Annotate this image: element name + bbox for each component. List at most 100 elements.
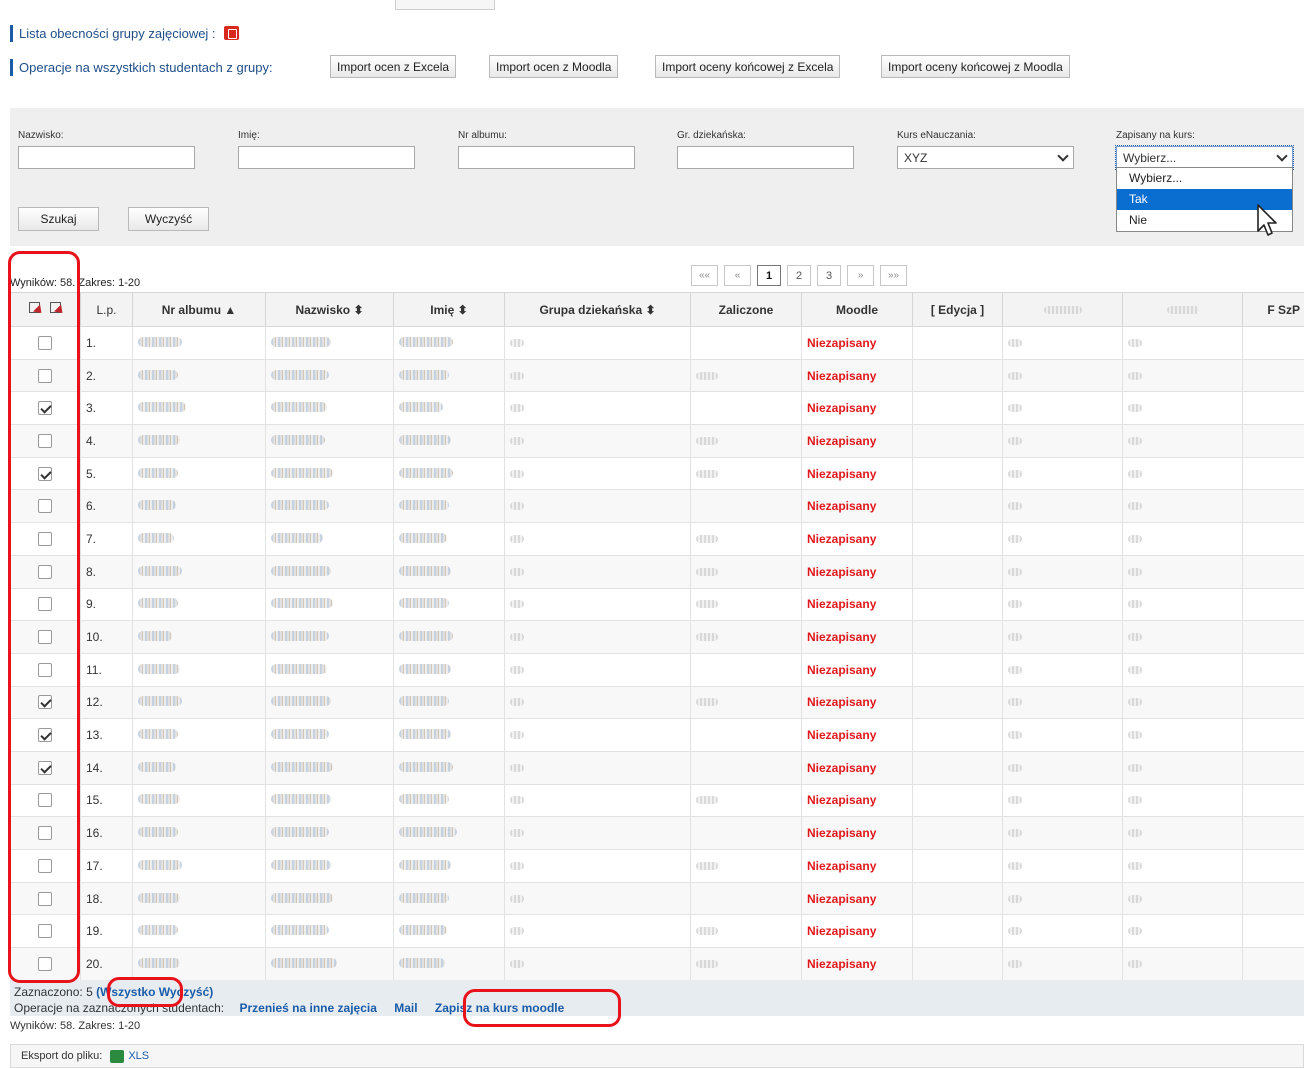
pager-page-2[interactable]: 2 <box>787 265 811 286</box>
course-select[interactable]: XYZ <box>897 146 1074 169</box>
moodle-status: Niezapisany <box>801 489 913 524</box>
row-checkbox[interactable] <box>38 793 53 808</box>
pager-page-3[interactable]: 3 <box>817 265 841 286</box>
mail-link[interactable]: Mail <box>394 1001 417 1015</box>
first-name-header[interactable]: Imię ⬍ <box>393 292 505 327</box>
enrolled-label: Zapisany na kurs: <box>1116 130 1195 141</box>
row-checkbox-cell <box>10 816 81 850</box>
import-grades-excel-button[interactable]: Import ocen z Excela <box>330 55 457 78</box>
export-bar: Eksport do pliku: XLS <box>10 1044 1304 1068</box>
course-select-value: XYZ <box>904 150 928 165</box>
blurred-cell-2 <box>1122 686 1243 720</box>
fszp-cell <box>1242 751 1304 785</box>
row-checkbox[interactable] <box>38 335 53 350</box>
surname-cell-redacted <box>265 653 394 687</box>
edit-cell <box>912 555 1003 589</box>
invert-selection-icon[interactable] <box>50 302 62 314</box>
row-checkbox[interactable] <box>38 499 53 514</box>
row-checkbox[interactable] <box>38 630 53 645</box>
row-checkbox[interactable] <box>38 760 53 775</box>
import-grades-moodle-button[interactable]: Import ocen z Moodla <box>489 55 619 78</box>
lp-header: L.p. <box>80 292 133 327</box>
row-checkbox[interactable] <box>38 695 53 710</box>
surname-input[interactable] <box>18 146 195 169</box>
row-checkbox[interactable] <box>38 368 53 383</box>
search-button[interactable]: Szukaj <box>18 207 99 231</box>
chevron-down-icon <box>1276 149 1288 162</box>
row-checkbox[interactable] <box>38 826 53 841</box>
dean-group-label: Gr. dziekańska: <box>677 130 746 141</box>
lp-cell: 4. <box>80 424 133 458</box>
top-tab[interactable] <box>395 0 495 10</box>
selected-operations: Operacje na zaznaczonych studentach: Prz… <box>14 1001 564 1015</box>
row-checkbox-cell <box>10 489 81 524</box>
row-checkbox[interactable] <box>38 564 53 579</box>
clear-button[interactable]: Wyczyść <box>128 207 209 231</box>
blurred-cell-1 <box>1002 489 1123 524</box>
enroll-moodle-link[interactable]: Zapisz na kurs moodle <box>435 1001 564 1015</box>
select-all-icon[interactable] <box>28 302 41 314</box>
pager: «« « 1 2 3 » »» <box>691 265 907 286</box>
lp-cell: 9. <box>80 588 133 622</box>
surname-header[interactable]: Nazwisko ⬍ <box>265 292 394 327</box>
select-all-link[interactable]: (Wszystko <box>96 985 155 999</box>
moodle-status: Niezapisany <box>801 522 913 556</box>
pager-last-button[interactable]: »» <box>880 265 907 286</box>
row-checkbox[interactable] <box>38 924 53 939</box>
export-xls-link[interactable]: XLS <box>128 1050 149 1062</box>
album-cell-redacted <box>132 653 266 687</box>
fszp-cell <box>1242 326 1304 360</box>
dropdown-option-choose[interactable]: Wybierz... <box>1117 168 1292 189</box>
fszp-cell <box>1242 588 1304 622</box>
blurred-cell-1 <box>1002 620 1123 654</box>
row-checkbox[interactable] <box>38 891 53 906</box>
import-final-grade-excel-button[interactable]: Import oceny końcowej z Excela <box>655 55 841 78</box>
blurred-cell-1 <box>1002 718 1123 752</box>
row-checkbox[interactable] <box>38 433 53 448</box>
move-link[interactable]: Przenieś na inne zajęcia <box>239 1001 376 1015</box>
dean-group-cell-redacted <box>504 555 691 589</box>
first-name-cell-redacted <box>393 424 505 458</box>
row-checkbox-cell <box>10 424 81 458</box>
section-bar <box>10 24 13 42</box>
dean-group-input[interactable] <box>677 146 854 169</box>
edit-cell <box>912 326 1003 360</box>
row-checkbox[interactable] <box>38 466 53 481</box>
album-cell-redacted <box>132 849 266 883</box>
dean-group-header[interactable]: Grupa dziekańska ⬍ <box>504 292 691 327</box>
excel-icon[interactable] <box>110 1049 125 1063</box>
album-number-input[interactable] <box>458 146 635 169</box>
row-checkbox-cell <box>10 620 81 654</box>
edit-header-link[interactable]: [ Edycja ] <box>912 292 1003 327</box>
row-checkbox[interactable] <box>38 401 53 416</box>
album-header[interactable]: Nr albumu ▲ <box>132 292 266 327</box>
passed-cell <box>690 391 802 426</box>
row-checkbox[interactable] <box>38 597 53 612</box>
pdf-icon[interactable] <box>223 26 239 40</box>
moodle-status: Niezapisany <box>801 391 913 426</box>
pager-prev-button[interactable]: « <box>724 265 751 286</box>
passed-cell <box>690 784 802 818</box>
edit-cell <box>912 947 1003 981</box>
dean-group-cell-redacted <box>504 653 691 687</box>
dean-group-cell-redacted <box>504 718 691 752</box>
row-checkbox-cell <box>10 653 81 687</box>
table-row: 7. Niezapisany <box>10 522 1304 556</box>
group-operations-row: Operacje na wszystkich studentach z grup… <box>10 55 273 79</box>
row-checkbox[interactable] <box>38 662 53 677</box>
attendance-list-row: Lista obecności grupy zajęciowej : <box>10 24 239 42</box>
row-checkbox[interactable] <box>38 728 53 743</box>
pager-page-1[interactable]: 1 <box>757 265 781 286</box>
row-checkbox[interactable] <box>38 858 53 873</box>
clear-selection-link[interactable]: Wyczyść) <box>159 985 213 999</box>
first-name-input[interactable] <box>238 146 415 169</box>
enrolled-select[interactable]: Wybierz... <box>1115 145 1294 170</box>
passed-cell <box>690 816 802 850</box>
row-checkbox[interactable] <box>38 956 53 971</box>
import-final-grade-moodle-button[interactable]: Import oceny końcowej z Moodla <box>881 55 1070 78</box>
row-checkbox[interactable] <box>38 531 53 546</box>
pager-next-button[interactable]: » <box>847 265 874 286</box>
pager-first-button[interactable]: «« <box>691 265 718 286</box>
row-checkbox-cell <box>10 914 81 949</box>
edit-cell <box>912 751 1003 785</box>
